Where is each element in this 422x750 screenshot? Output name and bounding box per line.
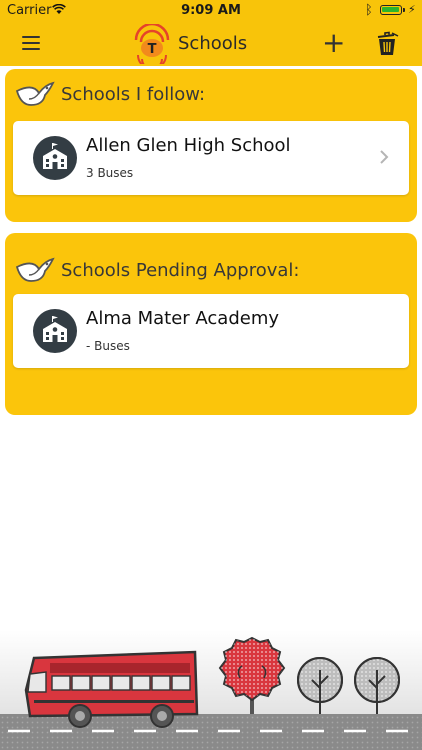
trash-icon[interactable]	[374, 31, 400, 57]
page-title: Schools	[178, 33, 248, 54]
pending-schools-card: Schools Pending Approval: Alma Mater Aca…	[5, 233, 417, 415]
status-bar: Carrier 9:09 AM ᛒ ⚡	[0, 0, 422, 22]
nav-bar: T Schools +	[0, 22, 422, 66]
battery-icon	[380, 5, 405, 15]
school-row[interactable]: Allen Glen High School 3 Buses	[13, 121, 409, 195]
bluetooth-icon: ᛒ	[365, 3, 373, 18]
svg-text:T: T	[148, 42, 157, 57]
school-row[interactable]: Alma Mater Academy - Buses	[13, 294, 409, 368]
menu-icon[interactable]	[22, 36, 40, 50]
school-name: Allen Glen High School	[86, 135, 291, 156]
school-building-icon	[33, 136, 77, 180]
add-school-button[interactable]: +	[322, 29, 345, 57]
bird-icon	[15, 81, 55, 106]
school-name: Alma Mater Academy	[86, 308, 280, 329]
charging-icon: ⚡	[408, 3, 416, 16]
followed-schools-card: Schools I follow: Allen Glen High School…	[5, 69, 417, 222]
pending-title: Schools Pending Approval:	[61, 260, 300, 281]
followed-title: Schools I follow:	[61, 84, 206, 105]
bird-icon	[15, 257, 55, 282]
bus-icon	[24, 650, 199, 728]
app-logo-icon: T	[134, 24, 170, 64]
school-bus-count: - Buses	[86, 339, 130, 353]
bus-street-illustration	[0, 630, 422, 750]
school-building-icon	[33, 309, 77, 353]
clock: 9:09 AM	[181, 3, 241, 18]
chevron-right-icon	[380, 150, 389, 164]
school-bus-count: 3 Buses	[86, 166, 134, 180]
